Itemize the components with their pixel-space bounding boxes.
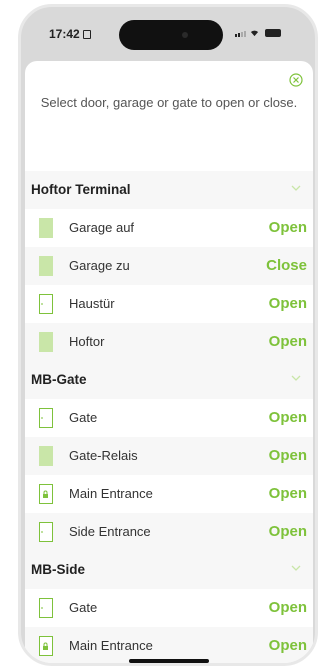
door-lock-icon — [39, 484, 53, 504]
open-button[interactable]: Open — [269, 295, 307, 312]
open-button[interactable]: Open — [269, 333, 307, 350]
door-outline-icon — [39, 408, 53, 428]
camera-dot — [182, 32, 188, 38]
door-label: Haustür — [69, 296, 115, 311]
status-time: 17:42 — [49, 27, 91, 41]
section-header[interactable]: MB-Gate — [25, 361, 313, 399]
calendar-icon — [82, 30, 91, 39]
wifi-icon — [250, 30, 259, 37]
door-row[interactable]: Gate Open — [25, 399, 313, 437]
open-button[interactable]: Open — [269, 409, 307, 426]
open-button[interactable]: Open — [269, 485, 307, 502]
dynamic-island — [119, 20, 223, 50]
door-row[interactable]: Garage zu Close — [25, 247, 313, 285]
close-icon[interactable] — [289, 73, 303, 87]
home-indicator — [129, 659, 209, 663]
chevron-down-icon[interactable] — [291, 375, 301, 382]
section-header[interactable]: MB-Side — [25, 551, 313, 589]
door-row[interactable]: Main Entrance Open — [25, 475, 313, 513]
door-filled-icon — [39, 256, 53, 276]
door-label: Side Entrance — [69, 524, 151, 539]
open-button[interactable]: Open — [269, 219, 307, 236]
section-title: MB-Side — [31, 562, 85, 577]
door-label: Main Entrance — [69, 486, 153, 501]
instruction-text: Select door, garage or gate to open or c… — [40, 95, 298, 110]
cellular-signal-icon — [235, 31, 246, 37]
door-label: Gate-Relais — [69, 448, 138, 463]
door-label: Garage zu — [69, 258, 130, 273]
door-label: Gate — [69, 600, 98, 615]
open-button[interactable]: Open — [269, 523, 307, 540]
status-time-text: 17:42 — [49, 27, 80, 41]
door-label: Main Entrance — [69, 638, 153, 653]
close-button[interactable]: Close — [266, 257, 307, 274]
door-label: Hoftor — [69, 334, 105, 349]
door-outline-icon — [39, 522, 53, 542]
chevron-down-icon[interactable] — [291, 185, 301, 192]
door-row[interactable]: Gate Open — [25, 589, 313, 627]
door-selection-sheet: Select door, garage or gate to open or c… — [25, 61, 313, 663]
phone-frame: 17:42 Select door, garage or gate to ope… — [18, 4, 318, 666]
door-row[interactable]: Gate-Relais Open — [25, 437, 313, 475]
status-bar: 17:42 — [21, 7, 315, 59]
door-row[interactable]: Haustür Open — [25, 285, 313, 323]
open-button[interactable]: Open — [269, 447, 307, 464]
chevron-down-icon[interactable] — [291, 565, 301, 572]
section-title: Hoftor Terminal — [31, 182, 131, 197]
door-outline-icon — [39, 294, 53, 314]
door-label: Garage auf — [69, 220, 135, 235]
door-lock-icon — [39, 636, 53, 656]
door-row[interactable]: Side Entrance Open — [25, 513, 313, 551]
section-title: MB-Gate — [31, 372, 87, 387]
open-button[interactable]: Open — [269, 599, 307, 616]
door-filled-icon — [39, 218, 53, 238]
door-row[interactable]: Hoftor Open — [25, 323, 313, 361]
section-header[interactable]: Hoftor Terminal — [25, 171, 313, 209]
open-button[interactable]: Open — [269, 637, 307, 654]
door-filled-icon — [39, 332, 53, 352]
door-filled-icon — [39, 446, 53, 466]
battery-icon — [265, 29, 281, 37]
door-label: Gate — [69, 410, 98, 425]
door-outline-icon — [39, 598, 53, 618]
door-row[interactable]: Garage auf Open — [25, 209, 313, 247]
